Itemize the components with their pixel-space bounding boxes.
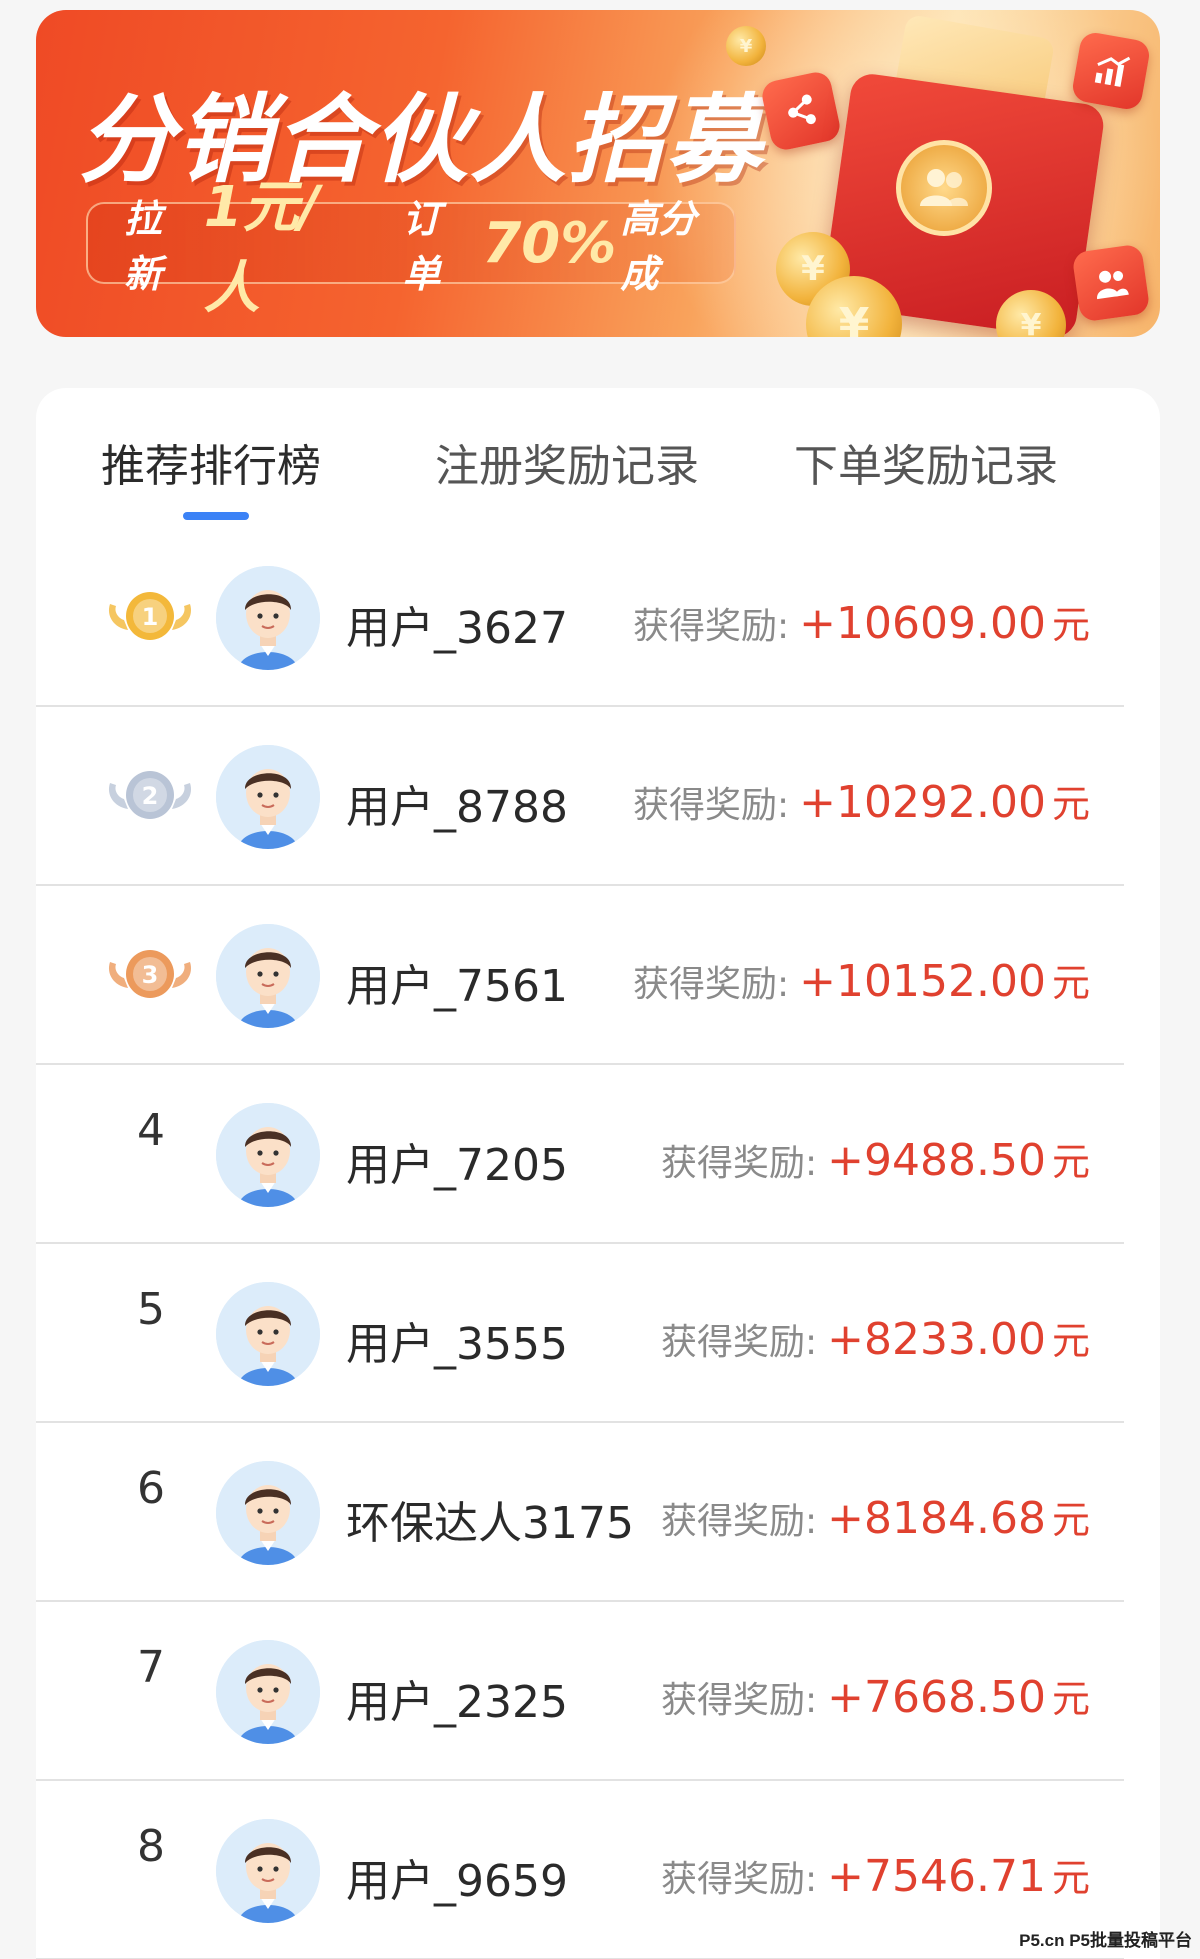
avatar[interactable] [216,1819,320,1923]
svg-text:3: 3 [142,961,159,989]
user-name: 环保达人3175 [346,1498,634,1549]
reward-unit: 元 [1051,603,1090,647]
user-name: 用户_2325 [346,1677,568,1728]
user-name: 用户_7205 [346,1140,568,1191]
ranking-row[interactable]: 8 用户_9659 获得奖励: +7546.71 元 [36,1781,1124,1959]
watermark: P5.cn P5批量投稿平台 [1019,1931,1192,1950]
banner-pill-text-1: 拉新 [124,197,163,296]
rank-number: 7 [137,1642,165,1693]
users-badge-icon [896,140,992,236]
user-name: 用户_3555 [346,1319,568,1370]
ranking-row[interactable]: 7 用户_2325 获得奖励: +7668.50 元 [36,1602,1124,1781]
banner-pill-highlight-2: 70% [482,210,617,276]
reward-unit: 元 [1051,1856,1090,1900]
banner-pill-text-3: 高分成 [620,197,697,296]
reward-label: 获得奖励: [633,964,790,1005]
rank-number: 6 [137,1463,165,1514]
reward-unit: 元 [1051,1140,1090,1184]
reward-amount: 获得奖励: +10152.00 元 [633,952,1090,1007]
svg-text:2: 2 [142,782,159,810]
user-name: 用户_9659 [346,1856,568,1907]
reward-unit: 元 [1051,1498,1090,1542]
rank-number: 8 [137,1821,165,1872]
reward-amount: 获得奖励: +8233.00 元 [661,1310,1090,1365]
reward-amount: 获得奖励: +7668.50 元 [661,1668,1090,1723]
user-name: 用户_3627 [346,603,568,654]
ranking-row[interactable]: 3 用户_7561 获得奖励: +10152.00 元 [36,886,1124,1065]
reward-value: +7668.50 [827,1672,1046,1723]
reward-amount: 获得奖励: +10292.00 元 [633,773,1090,828]
reward-amount: 获得奖励: +9488.50 元 [661,1131,1090,1186]
reward-amount: 获得奖励: +7546.71 元 [661,1847,1090,1902]
share-icon [759,69,843,153]
avatar[interactable] [216,924,320,1028]
reward-label: 获得奖励: [633,785,790,826]
reward-amount: 获得奖励: +8184.68 元 [661,1489,1090,1544]
reward-value: +8184.68 [827,1493,1046,1544]
reward-value: +7546.71 [827,1851,1046,1902]
reward-label: 获得奖励: [661,1322,818,1363]
avatar[interactable] [216,1282,320,1386]
rank-number: 5 [137,1284,165,1335]
avatar[interactable] [216,1461,320,1565]
tab-ranking[interactable]: 推荐排行榜 [101,430,321,494]
reward-label: 获得奖励: [661,1680,818,1721]
avatar[interactable] [216,566,320,670]
ranking-row[interactable]: 1 用户_3627 获得奖励: +10609.00 元 [36,528,1124,707]
reward-label: 获得奖励: [661,1859,818,1900]
ranking-row[interactable]: 4 用户_7205 获得奖励: +9488.50 元 [36,1065,1124,1244]
banner-title: 分销合伙人招募 [78,84,764,196]
reward-unit: 元 [1051,961,1090,1005]
banner-pill-highlight-1: 1元/人 [203,175,320,321]
rank-number: 4 [137,1105,165,1156]
reward-unit: 元 [1051,1319,1090,1363]
reward-amount: 获得奖励: +10609.00 元 [633,594,1090,649]
reward-value: +10152.00 [799,956,1046,1007]
reward-unit: 元 [1051,782,1090,826]
banner-subtitle-pill: 拉新 1元/人 订单 70% 高分成 [86,175,736,321]
active-tab-indicator [183,512,249,520]
ranking-row[interactable]: 6 环保达人3175 获得奖励: +8184.68 元 [36,1423,1124,1602]
recruitment-banner[interactable]: 分销合伙人招募 拉新 1元/人 订单 70% 高分成 ¥ ¥ ¥ ¥ [36,10,1160,337]
ranking-row[interactable]: 5 用户_3555 获得奖励: +8233.00 元 [36,1244,1124,1423]
ranking-row[interactable]: 2 用户_8788 获得奖励: +10292.00 元 [36,707,1124,886]
reward-unit: 元 [1051,1677,1090,1721]
avatar[interactable] [216,1640,320,1744]
tab-order-rewards[interactable]: 下单奖励记录 [794,430,1058,494]
reward-label: 获得奖励: [661,1143,818,1184]
reward-label: 获得奖励: [633,606,790,647]
reward-value: +10609.00 [799,598,1046,649]
avatar[interactable] [216,745,320,849]
svg-text:1: 1 [142,603,159,631]
avatar[interactable] [216,1103,320,1207]
reward-value: +10292.00 [799,777,1046,828]
medal-2-icon: 2 [104,765,196,825]
coin-icon: ¥ [726,26,766,66]
user-name: 用户_8788 [346,782,568,833]
reward-value: +9488.50 [827,1135,1046,1186]
tab-register-rewards[interactable]: 注册奖励记录 [435,430,699,494]
chart-growth-icon [1070,30,1152,112]
medal-1-icon: 1 [104,586,196,646]
tab-bar: 推荐排行榜 注册奖励记录 下单奖励记录 [36,388,1160,520]
reward-label: 获得奖励: [661,1501,818,1542]
team-icon [1071,243,1151,323]
banner-pill-text-2: 订单 [402,197,441,296]
medal-3-icon: 3 [104,944,196,1004]
user-name: 用户_7561 [346,961,568,1012]
reward-value: +8233.00 [827,1314,1046,1365]
